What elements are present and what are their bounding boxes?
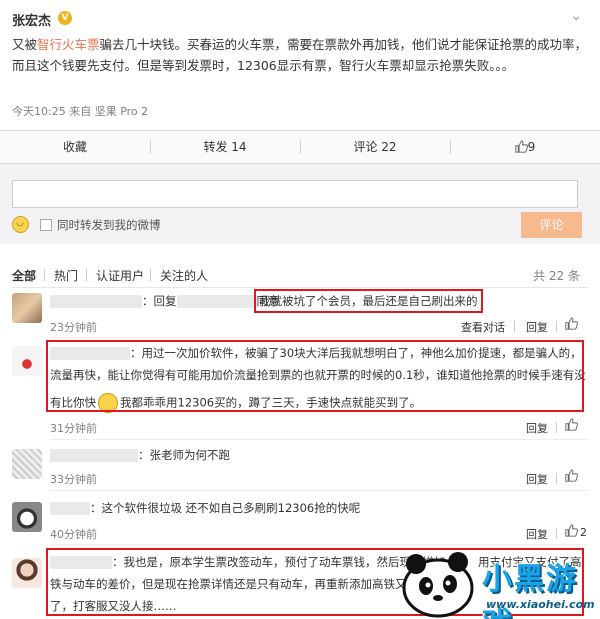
thumbs-up-icon [514, 140, 528, 153]
divider [514, 321, 515, 332]
comment-time: 31分钟前 [50, 422, 97, 435]
divider [50, 544, 588, 545]
comment-text: ：张老师为何不跑 [138, 448, 230, 462]
comment-line: ：张老师为何不跑 [50, 446, 230, 465]
divider [556, 528, 557, 539]
divider [50, 337, 588, 338]
divider [50, 439, 588, 440]
divider [556, 321, 557, 332]
comment-line: ：回复 同意 [50, 292, 280, 311]
tab-following[interactable]: 关注的人 [160, 267, 208, 284]
comment-total: 共 22 条 [533, 269, 580, 283]
divider [556, 422, 557, 433]
post-text-link[interactable]: 智行火车票 [37, 37, 100, 52]
repost-button[interactable]: 转发 14 [150, 131, 300, 163]
watermark-logo: 小黑游戏 www.xiaohei.com [390, 548, 600, 619]
tab-divider [44, 269, 45, 281]
commenter-name[interactable] [50, 295, 142, 308]
post-text: 又被智行火车票骗去几十块钱。买春运的火车票，需要在票款外再加钱，他们说才能保证抢… [12, 34, 588, 76]
emoji-icon[interactable] [12, 216, 29, 233]
comment-button[interactable]: 评论 22 [300, 131, 450, 163]
like-icon[interactable] [565, 524, 578, 540]
post-menu-chevron-icon[interactable]: ⌄ [570, 8, 582, 24]
forward-label: 同时转发到我的微博 [57, 218, 161, 232]
comment-input[interactable] [12, 180, 578, 208]
commenter-name[interactable] [50, 502, 90, 515]
tab-all[interactable]: 全部 [12, 267, 36, 284]
post-action-bar: 收藏 转发 14 评论 22 9 [0, 130, 600, 164]
highlight-box [46, 340, 584, 412]
forward-checkbox[interactable] [40, 219, 52, 231]
comment-text: ：这个软件很垃圾 还不如自己多刷刷12306抢的快呢 [90, 501, 361, 515]
submit-comment-button[interactable]: 评论 [521, 212, 582, 238]
avatar[interactable] [12, 346, 42, 376]
comment-line: ：这个软件很垃圾 还不如自己多刷刷12306抢的快呢 [50, 499, 360, 518]
tab-divider [150, 269, 151, 281]
reply-link[interactable]: 回复 [526, 526, 548, 542]
like-count: 9 [527, 140, 536, 154]
reply-prefix: ：回复 [142, 294, 177, 308]
divider [556, 473, 557, 484]
post-author[interactable]: 张宏杰 [12, 10, 51, 29]
avatar[interactable] [12, 502, 42, 532]
view-conversation-link[interactable]: 查看对话 [461, 319, 505, 335]
watermark-url: www.xiaohei.com [486, 598, 595, 611]
comment-time: 33分钟前 [50, 473, 97, 486]
weibo-post: 张宏杰 V ⌄ 又被智行火车票骗去几十块钱。买春运的火车票，需要在票款外再加钱，… [0, 0, 600, 130]
like-icon[interactable] [565, 469, 578, 485]
avatar[interactable] [12, 293, 42, 323]
comment-composer: 同时转发到我的微博 评论 [0, 164, 600, 244]
reply-target-name[interactable] [176, 295, 257, 308]
tab-divider [86, 269, 87, 281]
commenter-name[interactable] [50, 449, 138, 462]
tab-hot[interactable]: 热门 [54, 267, 78, 284]
reply-link[interactable]: 回复 [526, 319, 548, 335]
post-text-before: 又被 [12, 37, 38, 52]
like-icon[interactable] [565, 418, 578, 434]
reply-link[interactable]: 回复 [526, 420, 548, 436]
like-button[interactable]: 9 [450, 131, 600, 163]
favorite-button[interactable]: 收藏 [0, 131, 150, 163]
highlight-box [254, 289, 483, 313]
reply-link[interactable]: 回复 [526, 471, 548, 487]
avatar[interactable] [12, 449, 42, 479]
like-icon[interactable] [565, 317, 578, 333]
tab-verified[interactable]: 认证用户 [96, 267, 144, 284]
avatar[interactable] [12, 558, 42, 588]
verified-badge-icon: V [58, 11, 72, 25]
comment-filter-tabs: 全部 热门 认证用户 关注的人 共 22 条 [0, 244, 600, 288]
divider [50, 490, 588, 491]
comment-time: 23分钟前 [50, 321, 97, 334]
divider [12, 287, 588, 288]
comment-time: 40分钟前 [50, 528, 97, 541]
post-meta: 今天10:25 来自 坚果 Pro 2 [12, 105, 149, 118]
like-count: 2 [580, 526, 587, 539]
